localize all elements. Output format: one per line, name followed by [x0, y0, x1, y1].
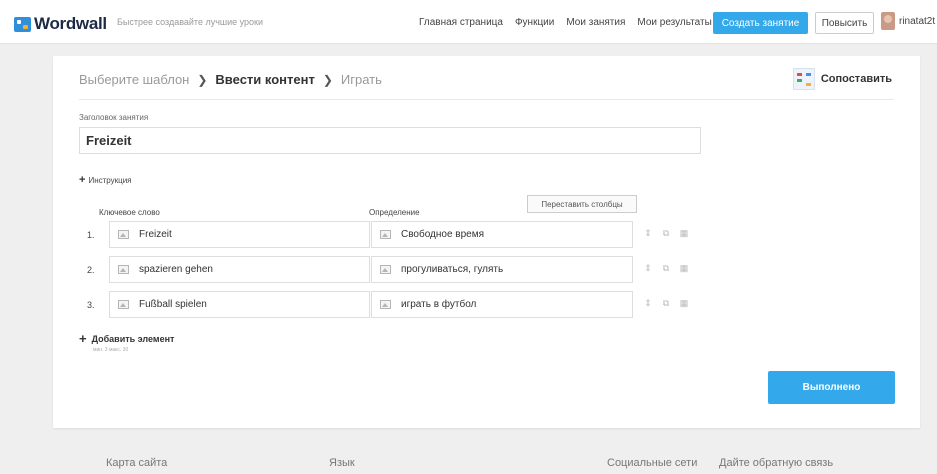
add-item-button[interactable]: + Добавить элемент [79, 331, 174, 346]
row-number: 3. [87, 300, 95, 310]
image-icon[interactable] [380, 230, 391, 239]
match-up-template-icon [792, 68, 815, 90]
definition-text: Свободное время [401, 229, 485, 240]
top-navigation-bar: Wordwall Быстрее создавайте лучшие уроки… [0, 0, 937, 44]
image-icon[interactable] [118, 265, 129, 274]
row-actions: ⇕ ⧉ ▦ [643, 298, 689, 309]
main-nav: Главная страница Функции Мои занятия Мои… [419, 17, 712, 28]
create-activity-button[interactable]: Создать занятие [713, 12, 808, 34]
image-icon[interactable] [380, 265, 391, 274]
table-row: 2. spazieren gehen прогуливаться, гулять… [79, 256, 719, 283]
image-icon[interactable] [118, 230, 129, 239]
upgrade-button[interactable]: Повысить [815, 12, 874, 34]
footer-sitemap-link[interactable]: Карта сайта [106, 457, 167, 469]
instruction-label: Инструкция [88, 175, 132, 185]
duplicate-icon[interactable]: ⧉ [661, 298, 671, 309]
row-actions: ⇕ ⧉ ▦ [643, 228, 689, 239]
definition-column-header: Определение [369, 208, 420, 217]
swap-columns-button[interactable]: Переставить столбцы [527, 195, 637, 213]
template-indicator[interactable]: Сопоставить [792, 68, 892, 90]
avatar [881, 12, 895, 30]
drag-handle-icon[interactable]: ⇕ [643, 228, 653, 239]
breadcrumb-enter-content: Ввести контент [215, 72, 315, 87]
username: rinatat2t [899, 15, 936, 27]
duplicate-icon[interactable]: ⧉ [661, 263, 671, 274]
logo-text: Wordwall [34, 14, 107, 33]
keyword-text: spazieren gehen [139, 264, 213, 275]
image-icon[interactable] [380, 300, 391, 309]
row-actions: ⇕ ⧉ ▦ [643, 263, 689, 274]
plus-icon: + [79, 174, 86, 186]
wordwall-logo-icon [14, 16, 31, 32]
definition-field[interactable]: Свободное время [371, 221, 633, 248]
activity-title-label: Заголовок занятия [79, 113, 149, 122]
breadcrumb-play[interactable]: Играть [341, 72, 382, 87]
trash-icon[interactable]: ▦ [679, 228, 689, 239]
row-number: 2. [87, 265, 95, 275]
drag-handle-icon[interactable]: ⇕ [643, 263, 653, 274]
footer-feedback-link[interactable]: Дайте обратную связь [719, 457, 833, 469]
definition-field[interactable]: играть в футбол [371, 291, 633, 318]
duplicate-icon[interactable]: ⧉ [661, 228, 671, 239]
add-item-label: Добавить элемент [91, 333, 175, 344]
breadcrumb-choose-template[interactable]: Выберите шаблон [79, 72, 189, 87]
nav-home[interactable]: Главная страница [419, 17, 503, 28]
definition-field[interactable]: прогуливаться, гулять [371, 256, 633, 283]
user-menu[interactable]: rinatat2t [881, 12, 935, 30]
table-row: 1. Freizeit Свободное время ⇕ ⧉ ▦ [79, 221, 719, 248]
trash-icon[interactable]: ▦ [679, 263, 689, 274]
drag-handle-icon[interactable]: ⇕ [643, 298, 653, 309]
nav-features[interactable]: Функции [515, 17, 554, 28]
plus-icon: + [79, 331, 87, 346]
divider [79, 99, 894, 100]
keyword-column-header: Ключевое слово [99, 208, 160, 217]
nav-my-activities[interactable]: Мои занятия [566, 17, 625, 28]
add-instruction-button[interactable]: + Инструкция [79, 174, 132, 186]
breadcrumb: Выберите шаблон ❯ Ввести контент ❯ Играт… [79, 72, 382, 87]
template-name: Сопоставить [820, 73, 892, 85]
wordwall-logo[interactable]: Wordwall [14, 14, 107, 34]
trash-icon[interactable]: ▦ [679, 298, 689, 309]
tagline: Быстрее создавайте лучшие уроки [117, 17, 264, 27]
keyword-field[interactable]: Fußball spielen [109, 291, 370, 318]
definition-text: играть в футбол [401, 299, 477, 310]
definition-text: прогуливаться, гулять [401, 264, 504, 275]
activity-title-input[interactable]: Freizeit [79, 127, 701, 154]
done-button[interactable]: Выполнено [768, 371, 895, 404]
content-editor-card: Выберите шаблон ❯ Ввести контент ❯ Играт… [53, 56, 920, 428]
image-icon[interactable] [118, 300, 129, 309]
footer-social-link[interactable]: Социальные сети [607, 457, 697, 469]
keyword-field[interactable]: Freizeit [109, 221, 370, 248]
chevron-right-icon: ❯ [322, 72, 333, 87]
row-number: 1. [87, 230, 95, 240]
keyword-field[interactable]: spazieren gehen [109, 256, 370, 283]
footer-language-link[interactable]: Язык [329, 457, 355, 469]
nav-my-results[interactable]: Мои результаты [637, 17, 711, 28]
keyword-text: Freizeit [139, 229, 172, 240]
item-limit-hint: мин. 3 макс. 30 [93, 347, 129, 353]
keyword-text: Fußball spielen [139, 299, 207, 310]
chevron-right-icon: ❯ [197, 72, 208, 87]
table-row: 3. Fußball spielen играть в футбол ⇕ ⧉ ▦ [79, 291, 719, 318]
